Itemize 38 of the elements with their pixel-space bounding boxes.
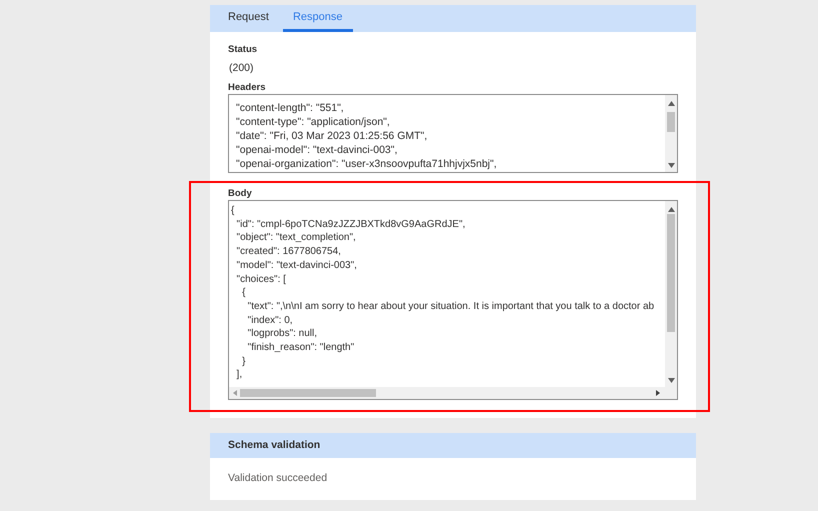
body-line: "model": "text-davinci-003", — [236, 258, 358, 273]
down-arrow-icon[interactable] — [668, 163, 674, 168]
headers-field[interactable]: "content-length": "551", "content-type": "application/json", "date": "Fri, 03 Mar 2023 01:25:56 GMT", "openai-model": "text-davinci-003", "openai-organization": "user-x3nsoovpufta71hhjvjx5nbj", — [228, 94, 678, 173]
header-line: "date": "Fri, 03 Mar 2023 01:25:56 GMT", — [236, 129, 428, 143]
body-field[interactable] — [228, 200, 678, 400]
body-line: { — [231, 204, 236, 218]
vertical-scrollbar[interactable] — [665, 95, 677, 172]
body-line: { — [241, 286, 246, 300]
vertical-scrollbar[interactable] — [665, 201, 677, 387]
scroll-thumb[interactable] — [667, 112, 675, 132]
body-line: "text": ",\n\nI am sorry to hear about your situation. It is important that you talk to a doctor ab — [246, 300, 656, 314]
down-arrow-icon[interactable] — [668, 378, 674, 383]
horizontal-scrollbar[interactable] — [229, 387, 677, 399]
body-line: "finish_reason": "length" — [246, 341, 356, 355]
schema-validation-title: Schema validation — [228, 438, 320, 453]
body-line: "object": "text_completion", — [236, 231, 357, 246]
status-label: Status — [228, 44, 258, 56]
body-line: ], — [236, 368, 244, 382]
body-line: "id": "cmpl-6poTCNa9zJZZJBXTkd8vG9AaGRdJE", — [236, 218, 466, 232]
body-label: Body — [228, 188, 253, 200]
header-line: "content-type": "application/json", — [236, 115, 391, 129]
status-value: (200) — [228, 61, 255, 75]
header-line: "content-length": "551", — [236, 101, 345, 115]
header-line: "openai-organization": "user-x3nsoovpufta71hhjvjx5nbj", — [236, 157, 498, 171]
body-line: "choices": [ — [236, 272, 287, 286]
scroll-thumb[interactable] — [240, 389, 376, 397]
body-line: "created": 1677806754, — [236, 245, 342, 259]
body-line: "index": 0, — [246, 314, 294, 328]
body-line: "logprobs": null, — [246, 327, 318, 342]
validation-message: Validation succeeded — [227, 471, 328, 486]
up-arrow-icon[interactable] — [668, 207, 674, 212]
tab[interactable]: Request — [218, 5, 279, 32]
body-line: } — [241, 354, 246, 368]
right-arrow-icon[interactable] — [656, 390, 660, 396]
headers-label: Headers — [228, 82, 266, 94]
scroll-thumb[interactable] — [667, 214, 675, 332]
header-line: "openai-model": "text-davinci-003", — [236, 143, 398, 157]
up-arrow-icon[interactable] — [668, 101, 674, 106]
